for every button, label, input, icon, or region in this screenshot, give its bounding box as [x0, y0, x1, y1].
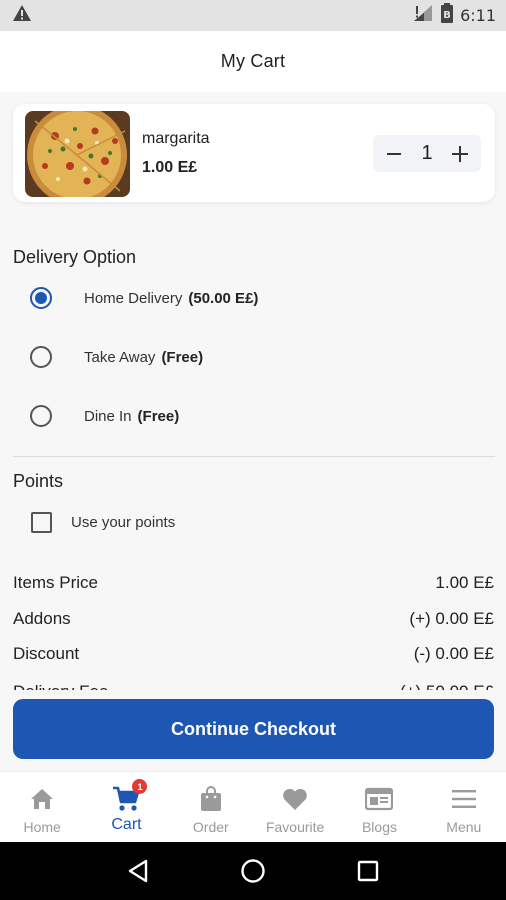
- cart-icon: 1: [112, 779, 148, 813]
- delivery-option-dinein[interactable]: Dine In (Free): [30, 402, 179, 430]
- cart-badge: 1: [132, 779, 148, 794]
- delivery-option-price: (Free): [137, 407, 180, 425]
- delivery-option-label: Take Away: [84, 348, 156, 366]
- nav-item-favourite[interactable]: Favourite: [253, 772, 337, 842]
- product-name: margarita: [142, 130, 210, 147]
- nav-item-blogs[interactable]: Blogs: [337, 772, 421, 842]
- warning-icon: [12, 4, 32, 27]
- delivery-option-label: Dine In: [84, 407, 132, 425]
- summary-row: Items Price 1.00 E£: [13, 571, 494, 595]
- cart-item-card: margarita 1.00 E£ 1: [13, 104, 495, 202]
- summary-scroll-clip: Delivery Fee (+) 50.00 E£: [0, 676, 506, 690]
- continue-checkout-button[interactable]: Continue Checkout: [13, 699, 494, 759]
- summary-value: (+) 0.00 E£: [409, 609, 494, 628]
- use-points-checkbox[interactable]: [31, 511, 52, 533]
- pizza-image: [25, 111, 130, 197]
- nav-label: Order: [192, 819, 229, 835]
- decrement-button[interactable]: [383, 143, 405, 165]
- quantity-stepper: 1: [373, 135, 481, 172]
- delivery-option-takeaway[interactable]: Take Away (Free): [30, 343, 203, 371]
- bottom-navigation: Home 1 Cart Order Favourite Blogs Menu: [0, 771, 506, 842]
- nav-item-order[interactable]: Order: [169, 772, 253, 842]
- quantity-value: 1: [421, 142, 433, 164]
- increment-button[interactable]: [449, 143, 471, 165]
- radio-button[interactable]: [30, 405, 52, 427]
- home-button[interactable]: [238, 856, 268, 886]
- summary-value: (-) 0.00 E£: [413, 644, 494, 663]
- menu-icon: [450, 785, 478, 813]
- nav-label: Blogs: [361, 819, 397, 835]
- app-header: My Cart: [0, 31, 506, 92]
- home-icon: [28, 785, 56, 813]
- delivery-heading: Delivery Option: [13, 247, 137, 267]
- summary-label: Items Price: [13, 573, 99, 592]
- recents-button[interactable]: [353, 856, 383, 886]
- use-points-label: Use your points: [71, 513, 176, 531]
- use-points-option[interactable]: Use your points: [31, 510, 175, 534]
- nav-label: Favourite: [265, 819, 325, 835]
- nav-label: Menu: [446, 819, 482, 835]
- home-circle-icon: [241, 859, 265, 883]
- back-button[interactable]: [123, 856, 153, 886]
- nav-label: Home: [23, 819, 61, 835]
- nav-item-home[interactable]: Home: [0, 772, 84, 842]
- status-time: 6:11: [460, 6, 496, 25]
- svg-text:B: B: [443, 10, 451, 21]
- summary-row: Delivery Fee (+) 50.00 E£: [13, 680, 494, 690]
- delivery-option-price: (Free): [161, 348, 204, 366]
- summary-row: Discount (-) 0.00 E£: [13, 642, 494, 666]
- status-bar: B 6:11: [0, 0, 506, 31]
- back-triangle-icon: [128, 859, 147, 883]
- nav-item-cart[interactable]: 1 Cart: [84, 772, 168, 842]
- system-navigation-bar: [0, 842, 506, 900]
- delivery-option-price: (50.00 E£): [188, 289, 259, 307]
- battery-icon: B: [440, 3, 454, 28]
- radio-button-checked[interactable]: [30, 287, 52, 309]
- radio-button[interactable]: [30, 346, 52, 368]
- delivery-option-label: Home Delivery: [84, 289, 183, 307]
- summary-label: Discount: [13, 644, 80, 663]
- product-price: 1.00 E£: [142, 159, 198, 176]
- minus-icon: [387, 152, 401, 155]
- nav-item-menu[interactable]: Menu: [422, 772, 506, 842]
- summary-label: Addons: [13, 609, 71, 628]
- summary-value: 1.00 E£: [435, 573, 494, 592]
- plus-icon: [452, 145, 468, 162]
- summary-value: (+) 50.00 E£: [400, 682, 494, 690]
- summary-row: Addons (+) 0.00 E£: [13, 607, 494, 631]
- heart-icon: [281, 785, 309, 813]
- summary-label: Delivery Fee: [13, 682, 108, 690]
- delivery-option-home[interactable]: Home Delivery (50.00 E£): [30, 284, 258, 312]
- divider: [13, 456, 495, 457]
- page-title: My Cart: [220, 51, 286, 71]
- nav-label: Cart: [111, 816, 142, 833]
- shopping-bag-icon: [197, 785, 225, 813]
- signal-icon: [412, 4, 434, 27]
- recents-square-icon: [358, 860, 379, 882]
- points-heading: Points: [13, 471, 64, 491]
- newspaper-icon: [365, 785, 394, 813]
